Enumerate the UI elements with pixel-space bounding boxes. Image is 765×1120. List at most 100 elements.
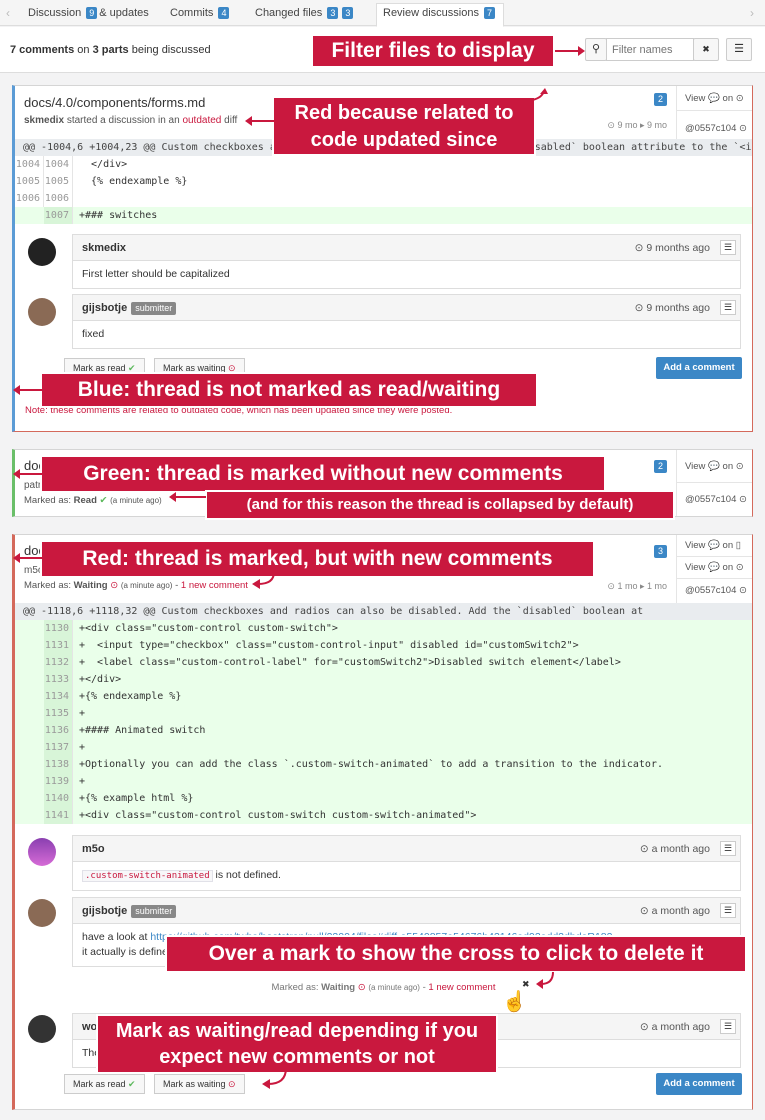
- comment-menu-button[interactable]: ☰: [720, 240, 736, 255]
- annotation-arrow: [13, 385, 42, 395]
- comment-body: First letter should be capitalized: [82, 268, 230, 280]
- comment-menu-button[interactable]: ☰: [720, 841, 736, 856]
- comment: gijsbotje submitter ⊙ 9 months ago ☰ fixed: [72, 294, 741, 349]
- clock-icon: ⊙: [357, 982, 366, 993]
- clock-icon: ⊙: [639, 843, 649, 855]
- mark-as-read-button[interactable]: Mark as read ✔: [64, 1074, 145, 1094]
- tab-changed-files[interactable]: Changed files 33: [249, 4, 361, 26]
- diff-line-added: 1131 + <input type="checkbox" class="cust…: [15, 637, 752, 654]
- review-count-badge: 7: [484, 7, 496, 19]
- annotation-filter: Filter files to display: [311, 34, 555, 68]
- file-icon: ▯: [735, 540, 741, 551]
- diff-line-added: 1132 + <label class="custom-control-label…: [15, 654, 752, 671]
- clock-icon: ⊙: [639, 905, 649, 917]
- discussion-count-badge: 9: [86, 7, 98, 19]
- commits-count-badge: 4: [218, 7, 230, 19]
- annotation-arrow: [555, 46, 585, 56]
- annotation-arrow: [13, 469, 42, 479]
- view-on-github-link[interactable]: View 💬 on ⊙: [677, 86, 752, 111]
- clock-icon: ⊙: [110, 580, 119, 591]
- date-range: ⊙ 9 mo ▸ 9 mo: [607, 120, 667, 130]
- diff-line: 1005 1005 {% endexample %}: [15, 173, 752, 190]
- marked-status[interactable]: Marked as: Read ✔ (a minute ago): [24, 495, 162, 506]
- files-count-badge: 3: [327, 7, 339, 19]
- comment-author[interactable]: gijsbotje: [82, 905, 127, 917]
- diff-line-added: 1007 +### switches: [15, 207, 752, 224]
- github-icon: ⊙: [735, 562, 744, 573]
- chevron-left-icon[interactable]: ‹: [6, 6, 10, 20]
- diff-line-added: 1135 +: [15, 705, 752, 722]
- annotation-arrow: [536, 972, 554, 989]
- diff-line-added: 1141 +<div class="custom-control custom-s…: [15, 807, 752, 824]
- annotation-blue: Blue: thread is not marked as read/waiti…: [40, 372, 538, 408]
- clear-filter-button[interactable]: ✖: [693, 38, 719, 61]
- avatar: [28, 1015, 56, 1043]
- annotation-mark: Mark as waiting/read depending if you ex…: [96, 1014, 498, 1074]
- commit-sha-link[interactable]: @0557c104 ⊙: [677, 579, 752, 603]
- mark-status-line[interactable]: Marked as: Waiting ⊙ (a minute ago) - 1 …: [15, 982, 752, 996]
- annotation-arrow: [245, 116, 274, 126]
- chevron-right-icon[interactable]: ›: [750, 6, 754, 20]
- discussion-summary: 7 comments on 3 parts being discussed: [10, 44, 211, 56]
- comment-menu-button[interactable]: ☰: [720, 300, 736, 315]
- avatar: [28, 298, 56, 326]
- add-comment-button[interactable]: Add a comment: [656, 1073, 742, 1095]
- diff-line-added: 1133 +</div>: [15, 671, 752, 688]
- check-icon: ✔: [99, 495, 108, 506]
- view-on-github-link[interactable]: View 💬 on ▯: [677, 535, 752, 557]
- marked-status[interactable]: Marked as: Waiting ⊙ (a minute ago) - 1 …: [24, 580, 248, 591]
- tab-review-discussions[interactable]: Review discussions 7: [376, 3, 505, 27]
- annotation-outdated: Red because related to code updated sinc…: [272, 96, 536, 156]
- clock-icon: ⊙: [634, 302, 644, 314]
- comment: m5o ⊙ a month ago ☰ .custom-switch-animate…: [72, 835, 741, 891]
- pointer-hand-icon: ☝: [502, 991, 527, 1013]
- tab-discussion[interactable]: Discussion 9 & updates: [22, 4, 155, 26]
- comment-count-badge: 2: [653, 93, 667, 106]
- submitter-badge: submitter: [131, 905, 177, 918]
- diff-line: 1006 1006: [15, 190, 752, 207]
- annotation-arrow: [252, 572, 275, 589]
- tab-commits[interactable]: Commits 4: [164, 4, 237, 26]
- comment-body: fixed: [82, 328, 105, 340]
- clock-icon: ⊙: [228, 1079, 236, 1089]
- comment-menu-button[interactable]: ☰: [720, 903, 736, 918]
- comment-menu-button[interactable]: ☰: [720, 1019, 736, 1034]
- check-icon: ✔: [128, 1079, 136, 1089]
- comment-author[interactable]: m5o: [82, 843, 105, 855]
- github-icon: ⊙: [735, 461, 744, 472]
- comment-author[interactable]: gijsbotje: [82, 302, 127, 314]
- avatar: [28, 238, 56, 266]
- mark-as-waiting-button[interactable]: Mark as waiting ⊙: [154, 1074, 245, 1094]
- comment-author[interactable]: skmedix: [82, 242, 126, 254]
- files-comments-badge: 3: [342, 7, 354, 19]
- diff-hunk-header: @@ -1118,6 +1118,32 @@ Custom checkboxes…: [15, 603, 752, 620]
- annotation-arrow: [531, 88, 548, 101]
- github-icon: ⊙: [739, 585, 747, 596]
- clock-icon: ⊙: [639, 1021, 649, 1033]
- date-range: ⊙ 1 mo ▸ 1 mo: [607, 581, 667, 591]
- diff-line-added: 1130 +<div class="custom-control custom-s…: [15, 620, 752, 637]
- diff-line-added: 1137 +: [15, 739, 752, 756]
- github-icon: ⊙: [739, 123, 747, 134]
- add-comment-button[interactable]: Add a comment: [656, 357, 742, 379]
- annotation-green-sub: (and for this reason the thread is colla…: [205, 490, 675, 520]
- search-icon[interactable]: ⚲: [585, 38, 607, 61]
- commit-sha-link[interactable]: @0557c104 ⊙: [677, 483, 752, 517]
- view-on-github-link[interactable]: View 💬 on ⊙: [677, 557, 752, 579]
- tab-bar: ‹ Discussion 9 & updates Commits 4 Change…: [0, 0, 765, 27]
- menu-button[interactable]: ☰: [726, 38, 752, 61]
- avatar: [28, 899, 56, 927]
- diff-line-added: 1140 +{% example html %}: [15, 790, 752, 807]
- comment-count-badge: 2: [653, 460, 667, 473]
- filter-names-input[interactable]: [606, 38, 694, 61]
- annotation-arrow: [169, 492, 206, 502]
- inline-code: .custom-switch-animated: [82, 870, 213, 882]
- annotation-hover: Over a mark to show the cross to click t…: [165, 935, 747, 973]
- avatar: [28, 838, 56, 866]
- thread-subtitle: skmedix started a discussion in an outda…: [24, 115, 238, 126]
- file-path[interactable]: docs/4.0/components/forms.md: [24, 95, 205, 110]
- diff-line-added: 1136 +#### Animated switch: [15, 722, 752, 739]
- thread-author: patr: [24, 480, 42, 491]
- github-icon: ⊙: [735, 93, 744, 104]
- view-on-github-link[interactable]: View 💬 on ⊙: [677, 450, 752, 483]
